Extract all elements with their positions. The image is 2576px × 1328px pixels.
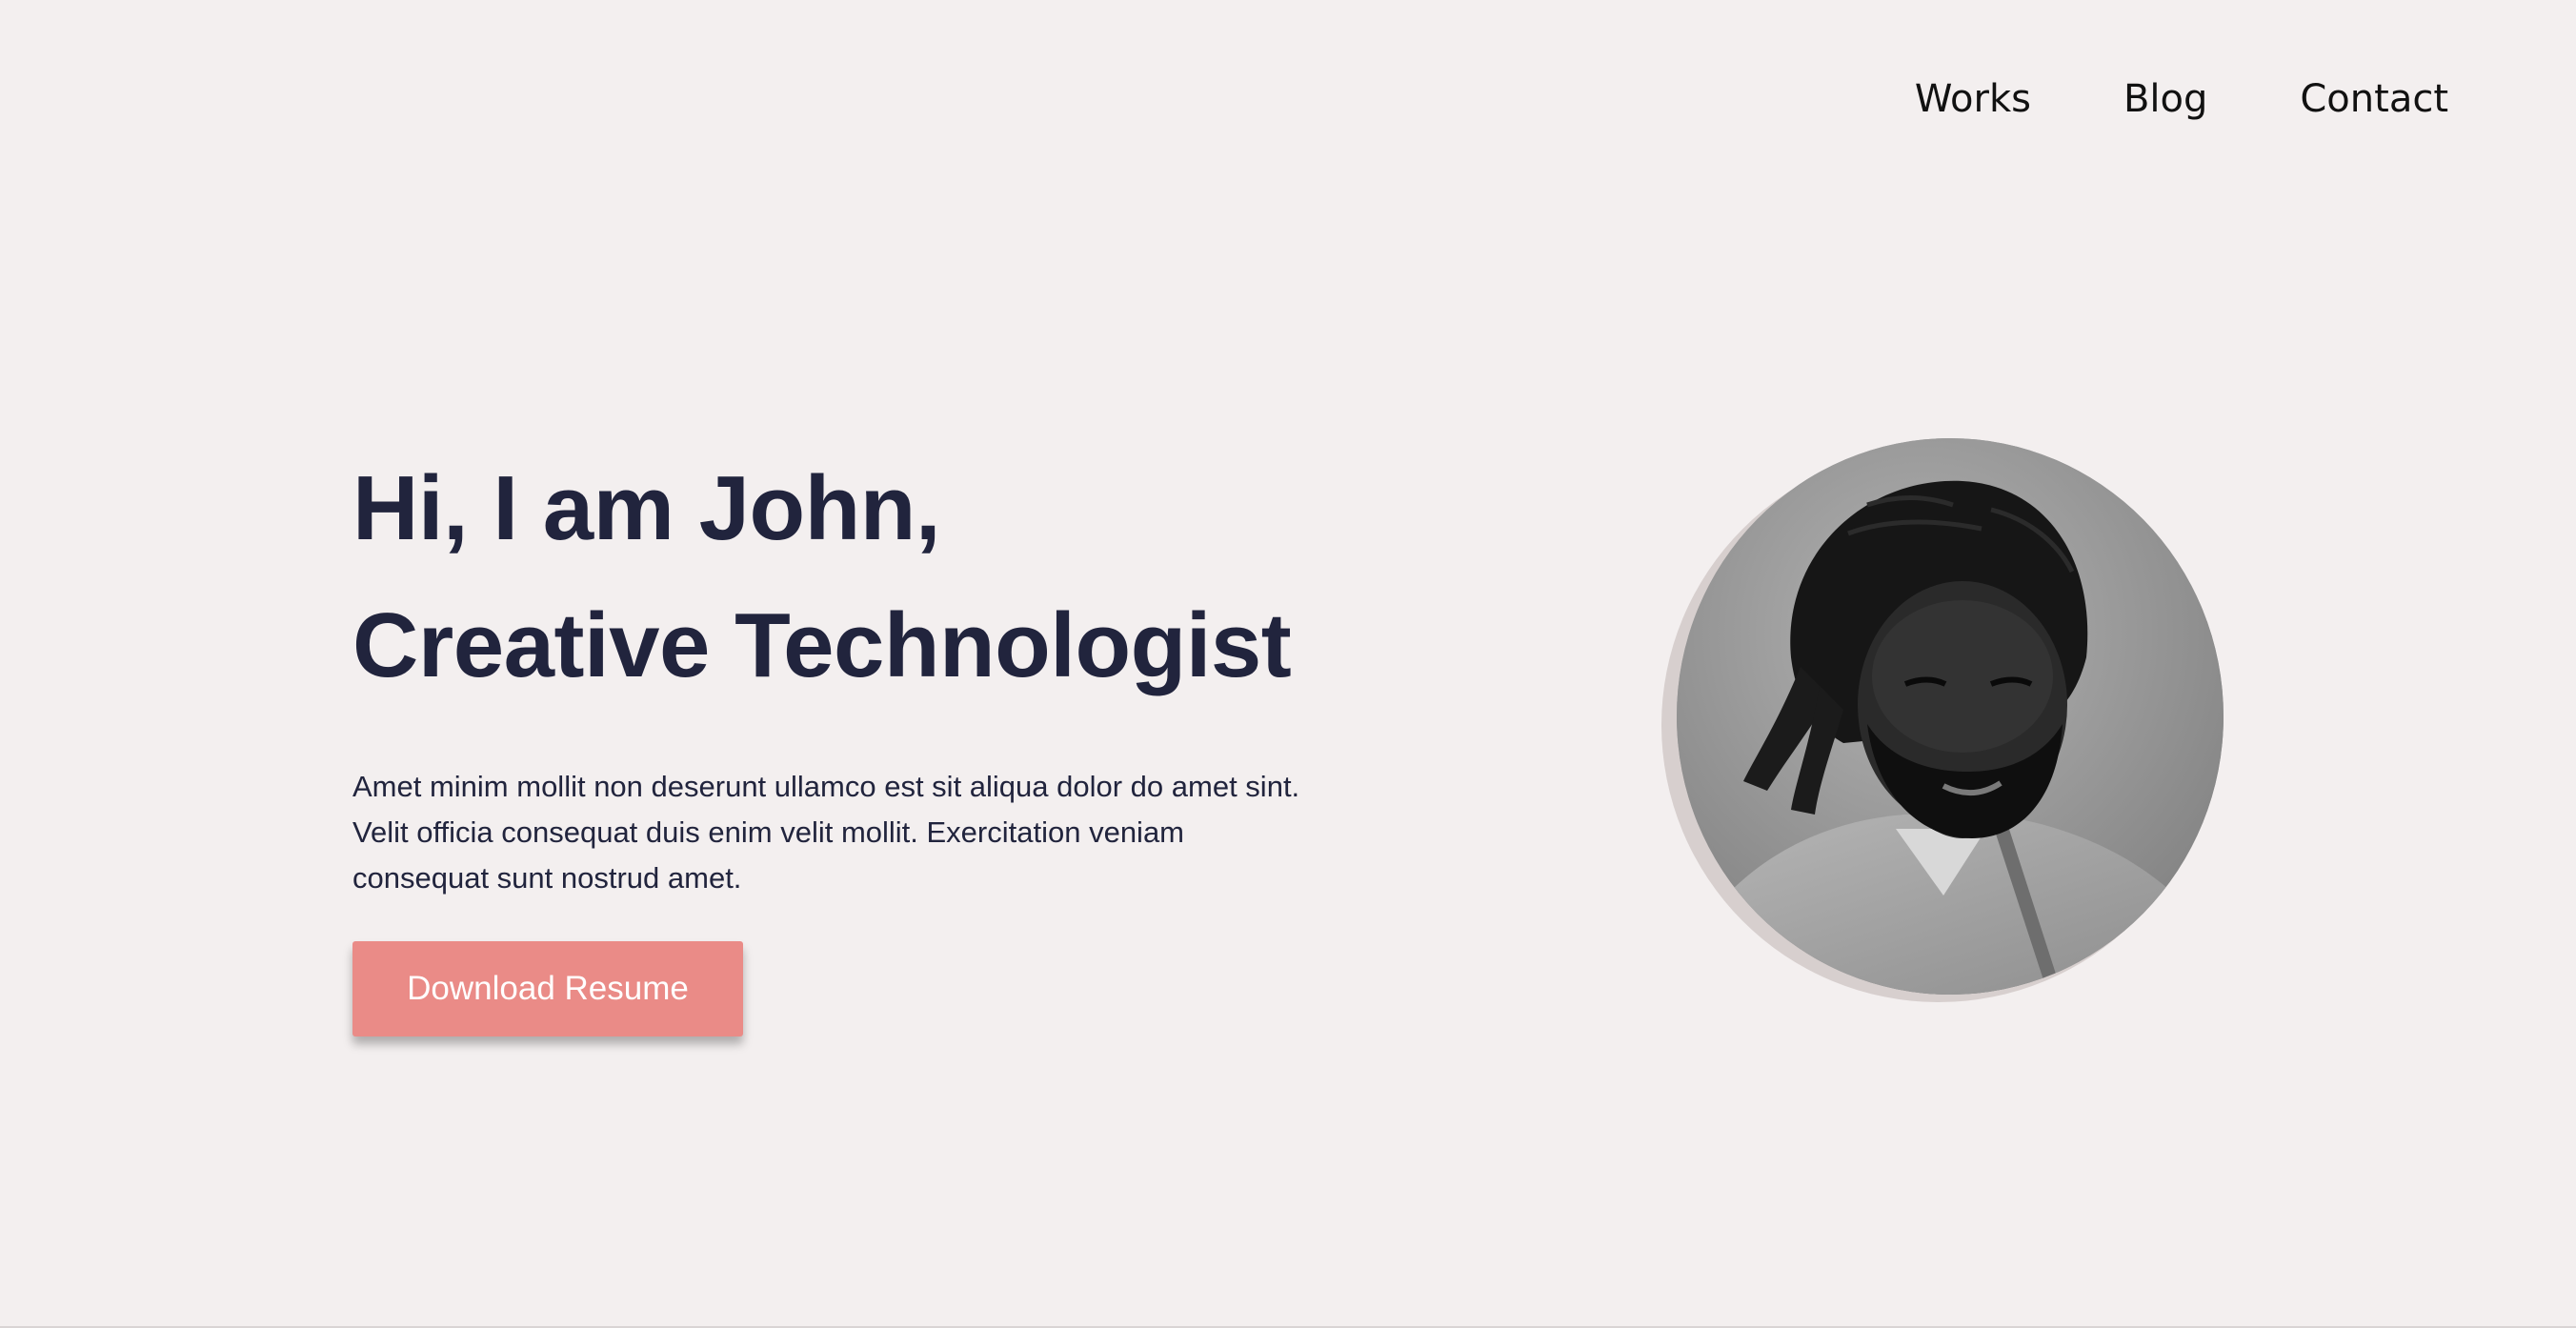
top-nav: Works Blog Contact [1915, 70, 2448, 128]
profile-photo-container [1661, 438, 2224, 1014]
hero-title: Hi, I am John, Creative Technologist [352, 440, 1324, 714]
nav-link-contact[interactable]: Contact [2300, 70, 2448, 128]
hero-title-line-2: Creative Technologist [352, 594, 1292, 696]
hero-section: Hi, I am John, Creative Technologist Ame… [352, 440, 1324, 1036]
profile-photo-image [1677, 438, 2224, 995]
nav-link-works[interactable]: Works [1915, 70, 2031, 128]
hero-title-line-1: Hi, I am John, [352, 457, 941, 559]
nav-link-blog[interactable]: Blog [2123, 70, 2207, 128]
profile-photo [1677, 438, 2224, 995]
download-resume-button[interactable]: Download Resume [352, 941, 743, 1036]
hero-description: Amet minim mollit non deserunt ullamco e… [352, 770, 1300, 895]
